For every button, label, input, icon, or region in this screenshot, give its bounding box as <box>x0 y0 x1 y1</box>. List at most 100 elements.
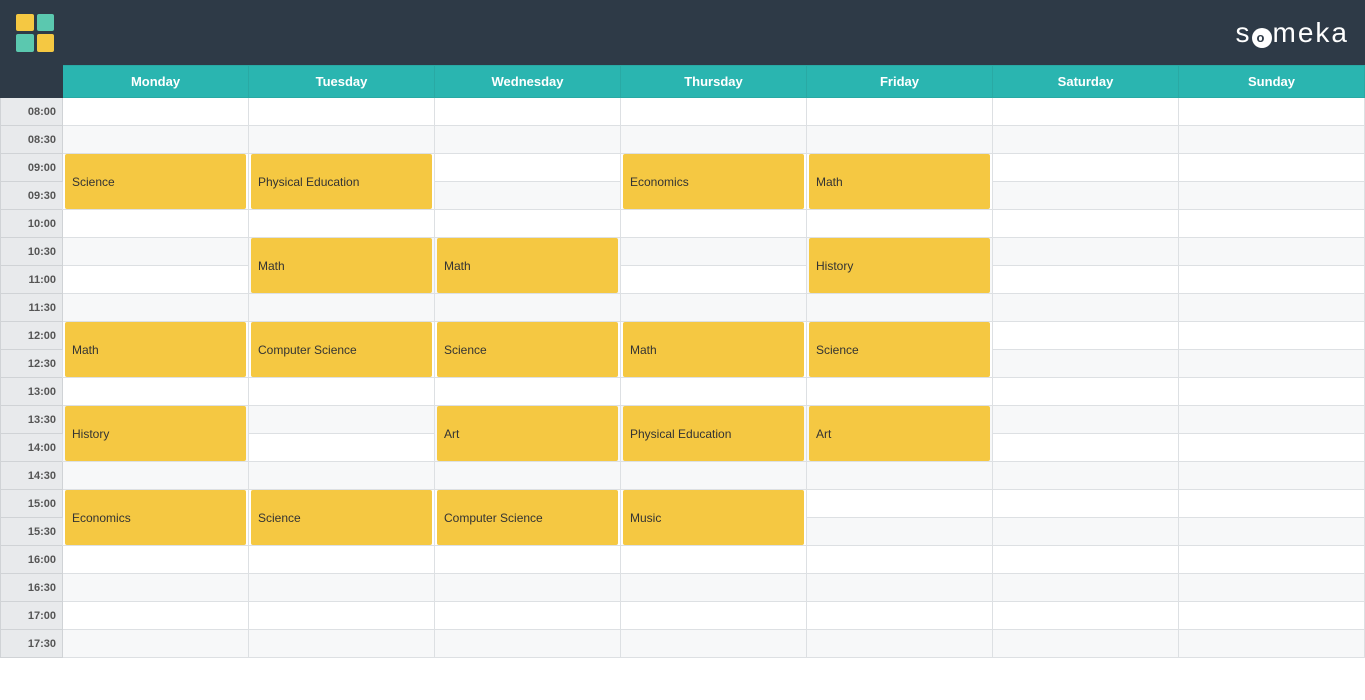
calendar-table: MondayTuesdayWednesdayThursdayFridaySatu… <box>0 65 1365 658</box>
empty-cell <box>1179 126 1365 154</box>
event-block: Math <box>65 322 246 377</box>
day-header-sunday: Sunday <box>1179 66 1365 98</box>
time-label: 15:00 <box>1 490 63 518</box>
empty-cell <box>63 238 249 266</box>
empty-cell <box>1179 602 1365 630</box>
empty-cell <box>63 602 249 630</box>
empty-cell <box>993 294 1179 322</box>
empty-cell <box>249 462 435 490</box>
empty-cell <box>993 602 1179 630</box>
empty-cell <box>435 126 621 154</box>
empty-cell <box>1179 406 1365 434</box>
empty-cell <box>435 210 621 238</box>
time-label: 15:30 <box>1 518 63 546</box>
logo-icon <box>16 14 54 52</box>
empty-cell <box>63 98 249 126</box>
empty-cell <box>807 210 993 238</box>
empty-cell <box>63 126 249 154</box>
empty-cell <box>249 434 435 462</box>
empty-cell <box>993 434 1179 462</box>
empty-cell <box>1179 294 1365 322</box>
time-row: 12:00MathComputer ScienceScienceMathScie… <box>1 322 1365 350</box>
empty-cell <box>993 266 1179 294</box>
empty-cell <box>993 210 1179 238</box>
empty-cell <box>621 602 807 630</box>
time-label: 11:30 <box>1 294 63 322</box>
empty-cell <box>807 294 993 322</box>
event-block: Math <box>623 322 804 377</box>
empty-cell <box>621 378 807 406</box>
event-block: History <box>809 238 990 293</box>
empty-cell <box>435 98 621 126</box>
time-row: 14:30 <box>1 462 1365 490</box>
time-row: 08:30 <box>1 126 1365 154</box>
event-cell: Computer Science <box>435 490 621 546</box>
empty-cell <box>435 294 621 322</box>
empty-cell <box>249 378 435 406</box>
empty-cell <box>1179 434 1365 462</box>
event-cell: Math <box>621 322 807 378</box>
day-header-saturday: Saturday <box>993 66 1179 98</box>
day-header-friday: Friday <box>807 66 993 98</box>
empty-cell <box>993 630 1179 658</box>
empty-cell <box>621 98 807 126</box>
brand-logo: someka <box>1236 17 1349 49</box>
empty-cell <box>63 546 249 574</box>
empty-cell <box>621 462 807 490</box>
empty-cell <box>435 462 621 490</box>
empty-cell <box>1179 490 1365 518</box>
empty-cell <box>993 238 1179 266</box>
empty-cell <box>993 490 1179 518</box>
empty-cell <box>1179 98 1365 126</box>
event-block: Science <box>251 490 432 545</box>
empty-cell <box>993 462 1179 490</box>
time-label: 10:00 <box>1 210 63 238</box>
event-cell: Art <box>435 406 621 462</box>
empty-cell <box>1179 322 1365 350</box>
event-cell: Economics <box>63 490 249 546</box>
header: someka <box>0 0 1365 65</box>
empty-cell <box>1179 546 1365 574</box>
empty-cell <box>249 210 435 238</box>
empty-cell <box>435 574 621 602</box>
empty-cell <box>621 574 807 602</box>
time-label: 11:00 <box>1 266 63 294</box>
empty-cell <box>993 378 1179 406</box>
event-cell: History <box>807 238 993 294</box>
empty-cell <box>993 350 1179 378</box>
time-label: 08:00 <box>1 98 63 126</box>
empty-cell <box>993 126 1179 154</box>
event-cell: Physical Education <box>249 154 435 210</box>
empty-cell <box>63 210 249 238</box>
empty-cell <box>435 602 621 630</box>
event-block: Art <box>809 406 990 461</box>
time-row: 11:30 <box>1 294 1365 322</box>
empty-cell <box>1179 182 1365 210</box>
time-label: 14:00 <box>1 434 63 462</box>
empty-cell <box>621 546 807 574</box>
empty-cell <box>621 294 807 322</box>
empty-cell <box>63 630 249 658</box>
event-cell: Science <box>249 490 435 546</box>
calendar-body: 08:0008:3009:00SciencePhysical Education… <box>1 98 1365 658</box>
empty-cell <box>1179 154 1365 182</box>
time-label: 17:00 <box>1 602 63 630</box>
day-header-wednesday: Wednesday <box>435 66 621 98</box>
empty-cell <box>63 462 249 490</box>
event-block: Physical Education <box>251 154 432 209</box>
event-block: Science <box>437 322 618 377</box>
event-cell: Economics <box>621 154 807 210</box>
time-row: 13:00 <box>1 378 1365 406</box>
empty-cell <box>249 630 435 658</box>
empty-cell <box>807 630 993 658</box>
event-cell: Math <box>63 322 249 378</box>
time-label: 13:00 <box>1 378 63 406</box>
empty-cell <box>993 546 1179 574</box>
time-row: 17:00 <box>1 602 1365 630</box>
empty-cell <box>807 98 993 126</box>
empty-cell <box>993 154 1179 182</box>
event-cell: Computer Science <box>249 322 435 378</box>
time-label: 16:00 <box>1 546 63 574</box>
event-block: Economics <box>623 154 804 209</box>
empty-cell <box>807 574 993 602</box>
